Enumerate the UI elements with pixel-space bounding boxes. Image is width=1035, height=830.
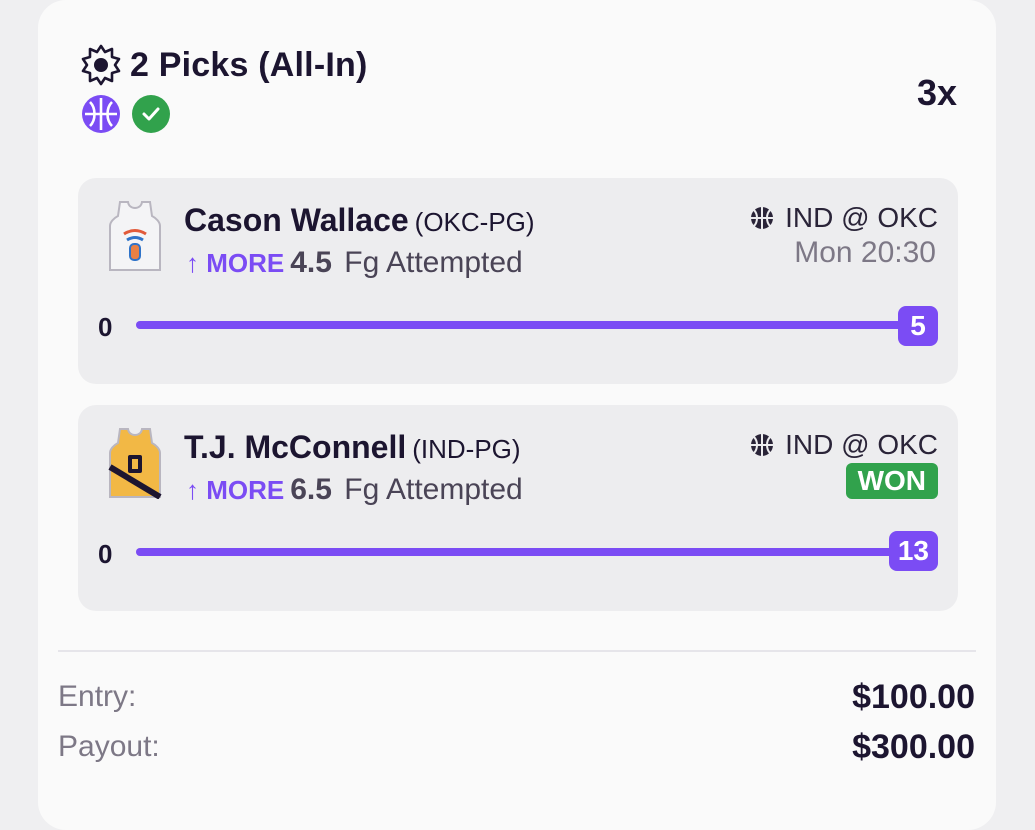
divider bbox=[58, 650, 976, 652]
entry-amount: $100.00 bbox=[852, 678, 975, 716]
check-icon bbox=[132, 95, 170, 133]
entry-title: 2 Picks (All-In) bbox=[80, 44, 367, 86]
progress-value: 5 bbox=[898, 306, 938, 346]
payout-multiplier: 3x bbox=[916, 72, 957, 113]
player-team-position: (IND-PG) bbox=[412, 434, 521, 464]
won-badge: WON bbox=[845, 463, 938, 499]
entry-label: Entry: bbox=[58, 680, 137, 713]
more-indicator: ↑ MORE bbox=[186, 248, 285, 278]
gear-icon bbox=[80, 44, 122, 86]
player-line: Cason Wallace (OKC-PG) bbox=[184, 202, 535, 239]
projection-value: 6.5 bbox=[290, 473, 332, 506]
payout-amount: $300.00 bbox=[852, 728, 975, 766]
projection-line: ↑ MORE 4.5 Fg Attempted bbox=[186, 246, 523, 280]
okc-jersey-icon bbox=[108, 200, 162, 272]
more-indicator: ↑ MORE bbox=[186, 475, 285, 505]
pick-card[interactable]: T.J. McConnell (IND-PG) ↑ MORE 6.5 Fg Atte… bbox=[78, 405, 958, 611]
basketball-icon bbox=[82, 95, 120, 133]
matchup-text: IND @ OKC bbox=[785, 202, 938, 233]
matchup: IND @ OKC bbox=[749, 429, 938, 461]
ind-jersey-icon bbox=[108, 427, 162, 500]
stat-type: Fg Attempted bbox=[344, 473, 523, 506]
game-time: Mon 20:30 bbox=[794, 236, 936, 269]
player-name: T.J. McConnell bbox=[184, 429, 407, 465]
matchup-text: IND @ OKC bbox=[785, 429, 938, 460]
projection-value: 4.5 bbox=[290, 246, 332, 279]
pick-card[interactable]: Cason Wallace (OKC-PG) ↑ MORE 4.5 Fg Attem… bbox=[78, 178, 958, 384]
progress-fill bbox=[136, 548, 916, 556]
player-team-position: (OKC-PG) bbox=[414, 207, 535, 237]
player-line: T.J. McConnell (IND-PG) bbox=[184, 429, 521, 466]
basketball-icon bbox=[749, 205, 775, 231]
entry-badges bbox=[82, 95, 170, 133]
progress-bar bbox=[136, 321, 926, 329]
progress-value: 13 bbox=[888, 531, 938, 571]
matchup: IND @ OKC bbox=[749, 202, 938, 234]
progress-fill bbox=[136, 321, 926, 329]
entry-title-text: 2 Picks (All-In) bbox=[130, 45, 368, 84]
progress-start: 0 bbox=[98, 312, 113, 342]
progress-start: 0 bbox=[98, 539, 113, 569]
player-name: Cason Wallace bbox=[184, 202, 409, 238]
payout-label: Payout: bbox=[58, 730, 160, 763]
progress-bar bbox=[136, 548, 916, 556]
projection-line: ↑ MORE 6.5 Fg Attempted bbox=[186, 473, 523, 507]
stat-type: Fg Attempted bbox=[344, 246, 523, 279]
basketball-icon bbox=[749, 432, 775, 458]
